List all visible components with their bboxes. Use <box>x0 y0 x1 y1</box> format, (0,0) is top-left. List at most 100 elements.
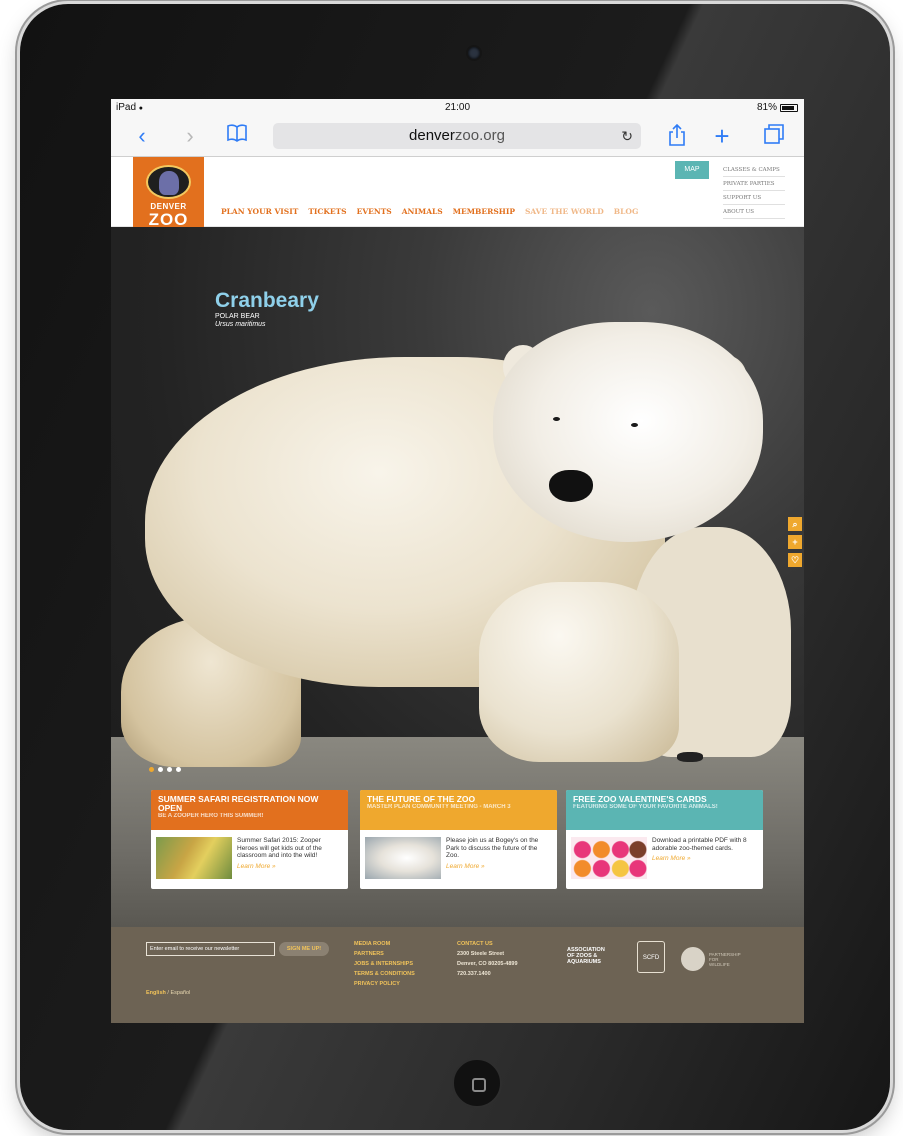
util-private-parties[interactable]: PRIVATE PARTIES <box>723 177 785 191</box>
main-nav: PLAN YOUR VISIT TICKETS EVENTS ANIMALS M… <box>221 207 638 216</box>
home-square-icon <box>472 1078 486 1092</box>
battery-icon <box>780 103 798 112</box>
bear-eye <box>631 423 638 427</box>
bear-claws <box>677 752 703 762</box>
card-header: FREE ZOO VALENTINE'S CARDS FEATURING SOM… <box>566 790 763 830</box>
search-icon[interactable]: ⌕ <box>788 517 802 531</box>
forward-icon[interactable]: › <box>181 123 199 149</box>
util-support-us[interactable]: SUPPORT US <box>723 191 785 205</box>
footer-link-jobs[interactable]: JOBS & INTERNSHIPS <box>354 959 415 969</box>
animal-species: POLAR BEAR <box>215 313 260 320</box>
card-description: Summer Safari 2015: Zooper Heroes will g… <box>237 837 322 859</box>
carousel-dot[interactable] <box>149 767 154 772</box>
nav-animals[interactable]: ANIMALS <box>402 207 443 216</box>
partnership-logo-icon[interactable] <box>681 947 705 971</box>
contact-street: 2300 Steele Street <box>457 951 505 957</box>
card-description: Please join us at Bogey's on the Park to… <box>446 837 539 859</box>
back-icon[interactable]: ‹ <box>133 123 151 149</box>
status-time: 21:00 <box>444 102 471 113</box>
plus-icon[interactable]: + <box>788 535 802 549</box>
url-rest: zoo.org <box>454 127 505 144</box>
lang-english[interactable]: English <box>146 990 166 996</box>
card-subtitle: FEATURING SOME OF YOUR FAVORITE ANIMALS! <box>573 804 718 810</box>
card-description: Download a printable PDF with 8 adorable… <box>652 837 747 852</box>
address-bar[interactable]: denverzoo.org ↻ <box>273 123 641 149</box>
sign-up-button[interactable]: SIGN ME UP! <box>279 942 329 956</box>
footer-contact: CONTACT US 2300 Steele Street Denver, CO… <box>457 939 518 979</box>
learn-more-link[interactable]: Learn More » <box>446 863 552 871</box>
bear-head <box>493 322 763 542</box>
aza-logo[interactable]: ASSOCIATION OF ZOOS & AQUARIUMS <box>567 947 605 965</box>
contact-phone[interactable]: 720.337.1400 <box>457 969 518 979</box>
util-classes-camps[interactable]: CLASSES & CAMPS <box>723 163 785 177</box>
bear-front-leg <box>479 582 679 762</box>
footer-link-partners[interactable]: PARTNERS <box>354 949 415 959</box>
bookmarks-icon[interactable] <box>225 123 249 149</box>
card-text: Summer Safari 2015: Zooper Heroes will g… <box>237 837 343 870</box>
status-bar: iPad ● 21:00 81% <box>111 99 804 117</box>
carousel-dot[interactable] <box>176 767 181 772</box>
site-footer: Enter email to receive our newsletter SI… <box>111 927 804 1023</box>
side-buttons: ⌕ + ♡ <box>788 517 802 567</box>
animal-name: Cranbeary <box>215 289 319 312</box>
heart-icon[interactable]: ♡ <box>788 553 802 567</box>
kids-photo <box>156 837 232 879</box>
tabs-icon[interactable] <box>761 123 787 149</box>
card-future-of-zoo[interactable]: THE FUTURE OF THE ZOO MASTER PLAN COMMUN… <box>360 790 557 889</box>
newsletter-email-input[interactable]: Enter email to receive our newsletter <box>146 942 275 956</box>
language-switcher: English / Español <box>146 990 190 996</box>
nav-tickets[interactable]: TICKETS <box>308 207 346 216</box>
stage: iPad ● 21:00 81% ‹ › denverzoo.org ↻ + D… <box>0 0 903 1136</box>
footer-links: MEDIA ROOM PARTNERS JOBS & INTERNSHIPS T… <box>354 939 415 989</box>
card-subtitle: BE A ZOOPER HERO THIS SUMMER! <box>158 813 264 819</box>
partner-line: WILDLIFE <box>709 962 730 967</box>
status-right: 81% <box>757 102 798 113</box>
camera-icon <box>468 47 480 59</box>
share-icon[interactable] <box>666 123 688 149</box>
card-header: THE FUTURE OF THE ZOO MASTER PLAN COMMUN… <box>360 790 557 830</box>
util-about-us[interactable]: ABOUT US <box>723 205 785 219</box>
learn-more-link[interactable]: Learn More » <box>652 855 758 863</box>
contact-city: Denver, CO 80205-4899 <box>457 961 518 967</box>
animal-scientific-name: Ursus maritimus <box>215 321 266 328</box>
card-subtitle: MASTER PLAN COMMUNITY MEETING - MARCH 3 <box>367 804 511 810</box>
polar-bear-cub-photo <box>365 837 441 879</box>
learn-more-link[interactable]: Learn More » <box>237 863 343 871</box>
bear-eye <box>553 417 560 421</box>
aza-line: AQUARIUMS <box>567 959 601 965</box>
carousel-dot[interactable] <box>167 767 172 772</box>
site-header: DENVER ZOO PLAN YOUR VISIT TICKETS EVENT… <box>111 157 804 240</box>
card-title: FREE ZOO VALENTINE'S CARDS <box>573 794 707 804</box>
contact-us-link[interactable]: CONTACT US <box>457 939 518 949</box>
scfd-logo[interactable]: SCFD <box>637 941 665 973</box>
add-tab-icon[interactable]: + <box>711 123 733 149</box>
card-valentines[interactable]: FREE ZOO VALENTINE'S CARDS FEATURING SOM… <box>566 790 763 889</box>
carousel-dot[interactable] <box>158 767 163 772</box>
battery-percent: 81% <box>756 102 777 113</box>
map-button[interactable]: MAP <box>675 161 709 179</box>
nav-events[interactable]: EVENTS <box>357 207 392 216</box>
carousel-dots <box>149 767 181 772</box>
nav-save-the-world[interactable]: SAVE THE WORLD <box>525 207 604 216</box>
bear-nose <box>549 470 593 502</box>
browser-toolbar: ‹ › denverzoo.org ↻ + <box>111 117 804 157</box>
footer-link-media-room[interactable]: MEDIA ROOM <box>354 939 415 949</box>
card-text: Download a printable PDF with 8 adorable… <box>652 837 758 863</box>
partnership-text: PARTNERSHIP FOR WILDLIFE <box>709 952 741 967</box>
nav-membership[interactable]: MEMBERSHIP <box>453 207 515 216</box>
utility-nav: CLASSES & CAMPS PRIVATE PARTIES SUPPORT … <box>723 163 785 219</box>
card-title: THE FUTURE OF THE ZOO <box>367 794 476 804</box>
lion-emblem-icon <box>146 165 191 199</box>
card-text: Please join us at Bogey's on the Park to… <box>446 837 552 870</box>
footer-link-terms[interactable]: TERMS & CONDITIONS <box>354 969 415 979</box>
ipad-screen: iPad ● 21:00 81% ‹ › denverzoo.org ↻ + D… <box>111 99 804 1023</box>
valentine-cards-photo <box>571 837 647 879</box>
home-button[interactable] <box>452 1058 502 1108</box>
card-title: SUMMER SAFARI REGISTRATION NOW OPEN <box>158 794 319 813</box>
footer-link-privacy[interactable]: PRIVACY POLICY <box>354 979 415 989</box>
reload-icon[interactable]: ↻ <box>621 123 633 149</box>
lang-espanol[interactable]: / Español <box>166 990 190 996</box>
card-summer-safari[interactable]: SUMMER SAFARI REGISTRATION NOW OPEN BE A… <box>151 790 348 889</box>
nav-blog[interactable]: BLOG <box>614 207 639 216</box>
nav-plan-your-visit[interactable]: PLAN YOUR VISIT <box>221 207 298 216</box>
